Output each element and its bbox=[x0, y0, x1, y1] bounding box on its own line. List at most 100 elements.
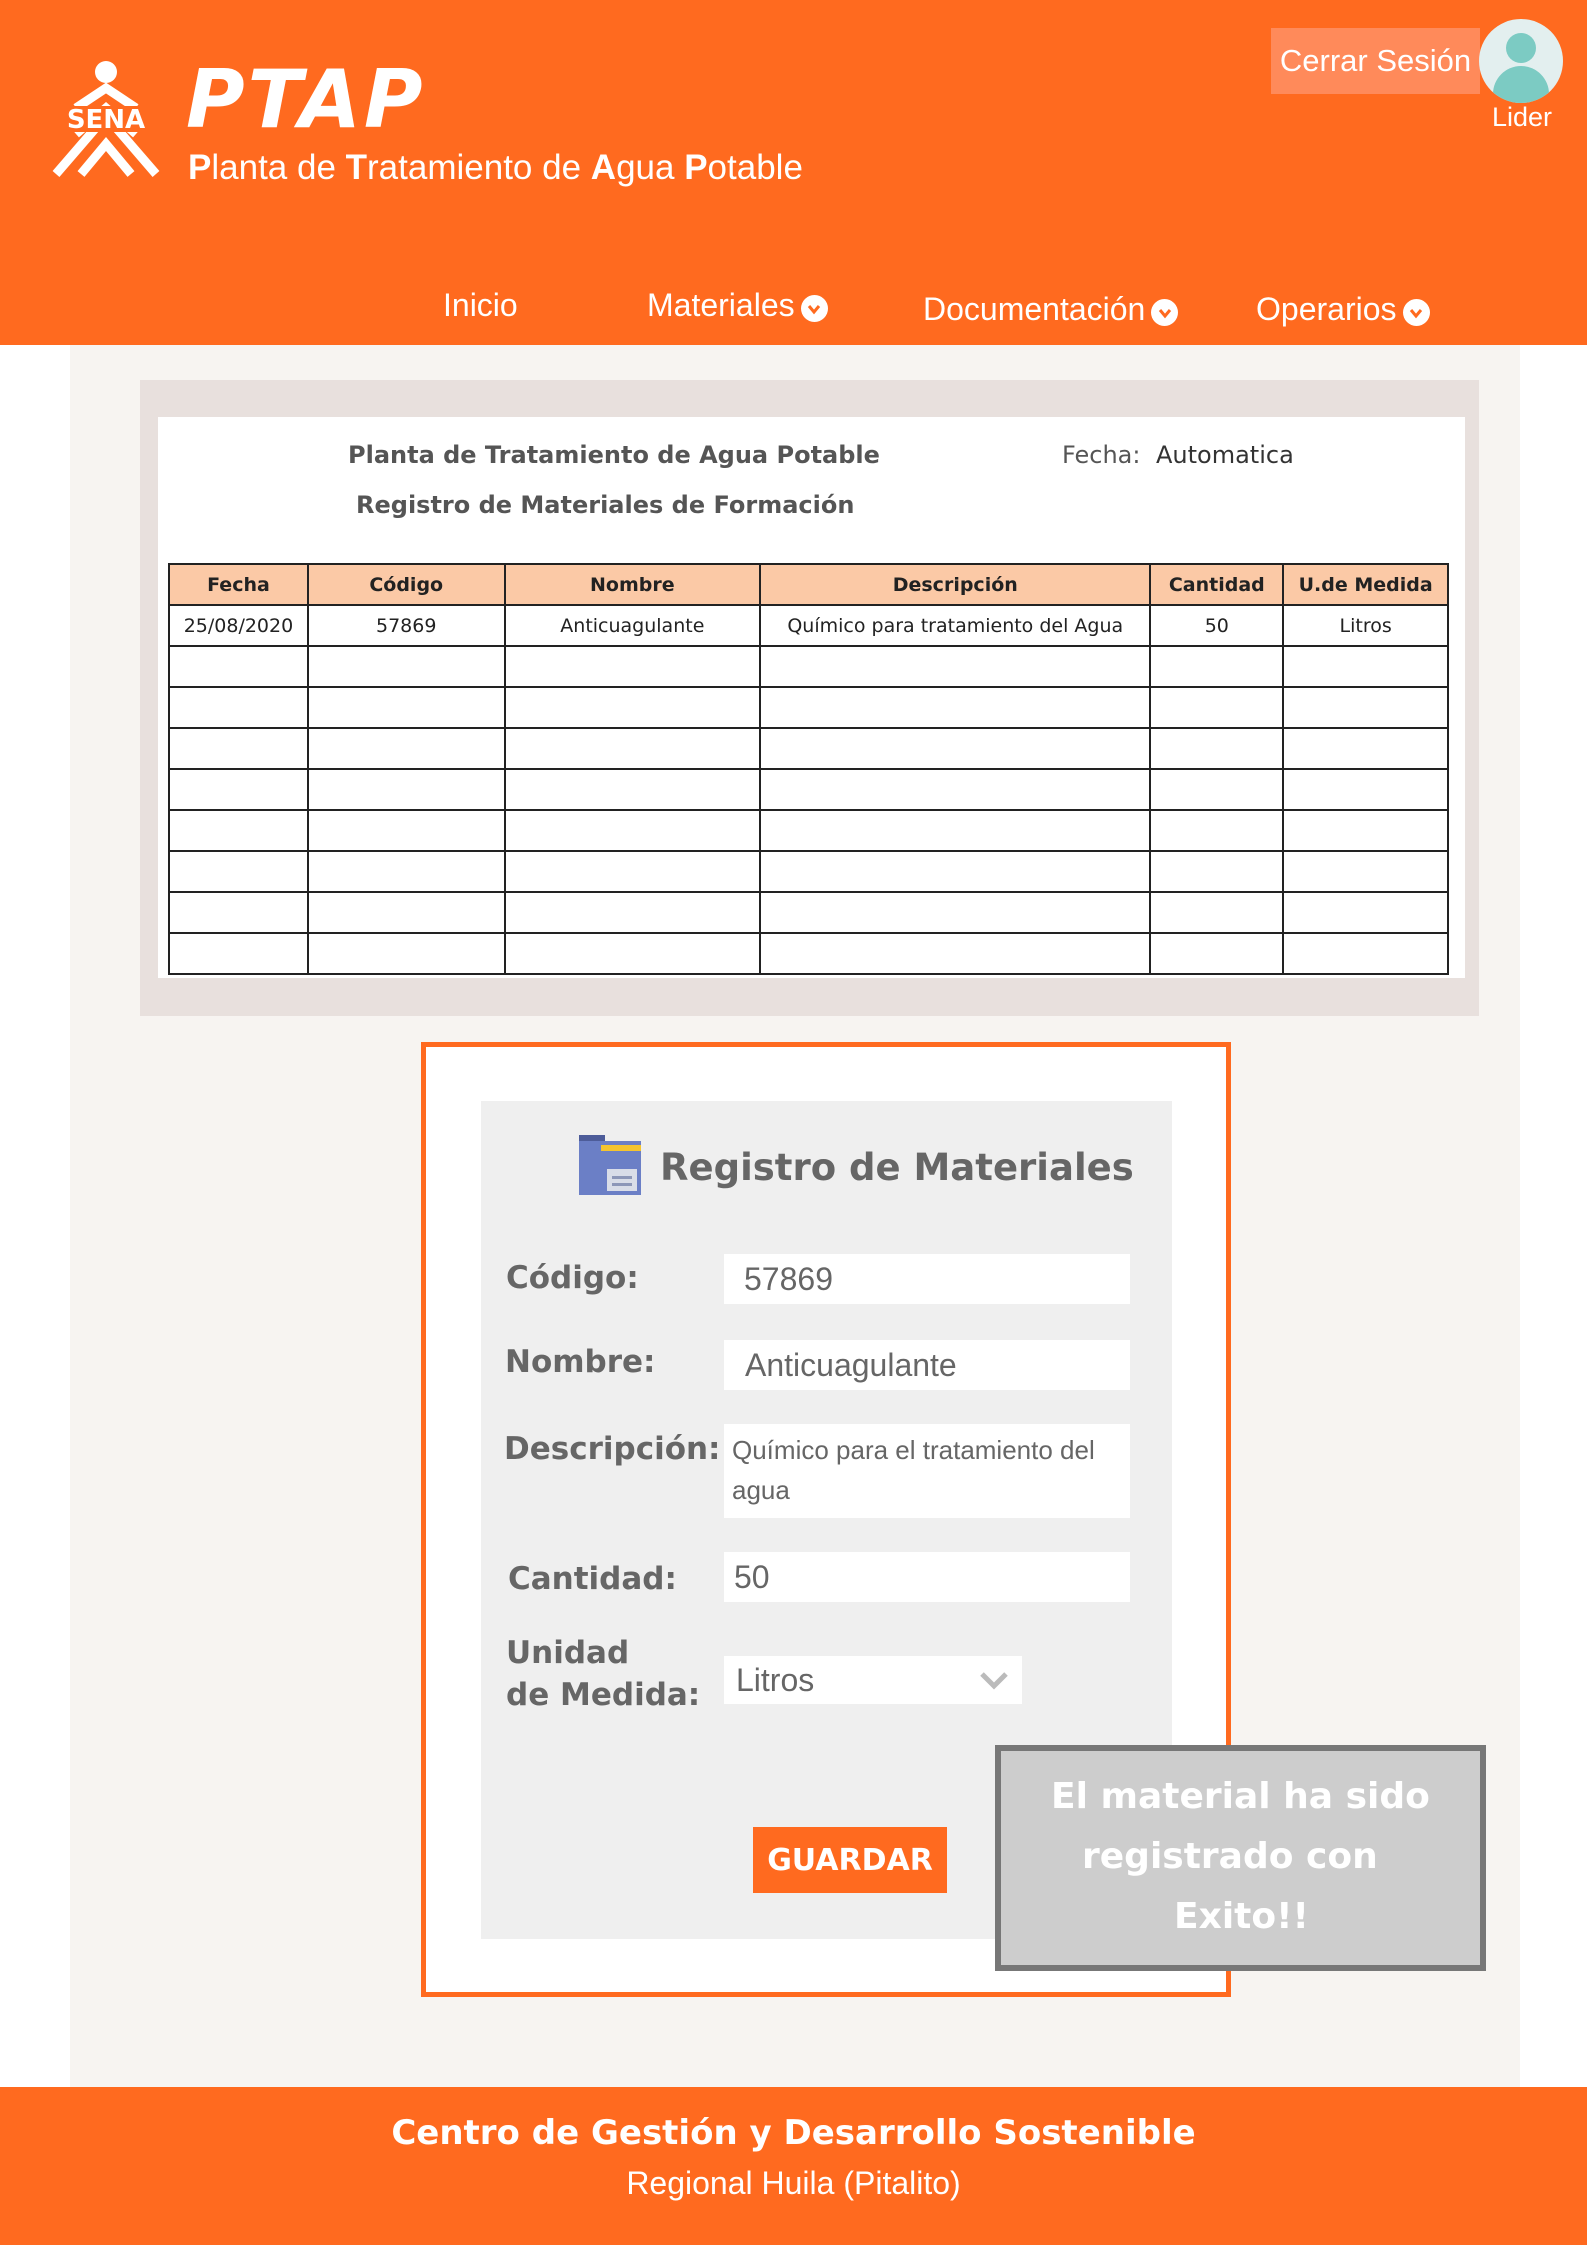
table-row bbox=[168, 850, 1449, 893]
table-cell bbox=[306, 809, 506, 852]
table-cell bbox=[1149, 686, 1285, 729]
table-cell bbox=[503, 932, 762, 975]
table-cell bbox=[168, 891, 309, 934]
footer-bar: Centro de Gestión y Desarrollo Sostenibl… bbox=[0, 2087, 1587, 2245]
column-header: U.de Medida bbox=[1282, 563, 1449, 606]
table-cell bbox=[1149, 645, 1285, 688]
logo-text: SENA bbox=[67, 105, 145, 135]
nav-item-operarios[interactable]: Operarios bbox=[1256, 291, 1430, 328]
table-row bbox=[168, 768, 1449, 811]
logout-button[interactable]: Cerrar Sesión bbox=[1271, 28, 1480, 94]
table-cell bbox=[306, 727, 506, 770]
table-cell bbox=[306, 768, 506, 811]
unidad-select[interactable]: Litros bbox=[724, 1656, 1022, 1704]
descripcion-input[interactable]: Químico para el tratamiento del agua bbox=[724, 1424, 1130, 1518]
chevron-down-icon bbox=[980, 1672, 1008, 1690]
table-cell: Anticuagulante bbox=[503, 604, 762, 647]
column-header: Nombre bbox=[503, 563, 762, 606]
table-cell: 25/08/2020 bbox=[168, 604, 309, 647]
table-cell bbox=[306, 932, 506, 975]
table-cell bbox=[503, 850, 762, 893]
chevron-down-icon bbox=[1402, 299, 1430, 326]
table-cell bbox=[168, 932, 309, 975]
codigo-input[interactable]: 57869 bbox=[724, 1254, 1130, 1304]
table-cell: 57869 bbox=[306, 604, 506, 647]
codigo-label: Código: bbox=[506, 1260, 639, 1296]
chevron-down-icon bbox=[800, 295, 828, 322]
table-cell bbox=[168, 809, 309, 852]
table-cell bbox=[1282, 891, 1449, 934]
nav-label: Documentación bbox=[923, 291, 1146, 327]
nombre-label: Nombre: bbox=[505, 1344, 656, 1380]
table-cell bbox=[306, 686, 506, 729]
table-header-row: Fecha Código Nombre Descripción Cantidad… bbox=[168, 563, 1449, 606]
brand-subtitle: Planta de Tratamiento de Agua Potable bbox=[188, 148, 803, 187]
table-cell bbox=[1149, 727, 1285, 770]
table-cell bbox=[759, 768, 1152, 811]
brand-title: PTAP bbox=[186, 53, 426, 146]
nav-label: Materiales bbox=[647, 287, 795, 323]
table-cell bbox=[1282, 850, 1449, 893]
table-cell bbox=[503, 727, 762, 770]
sheet-title: Planta de Tratamiento de Agua Potable bbox=[348, 441, 880, 469]
table-cell bbox=[759, 645, 1152, 688]
table-cell: Litros bbox=[1282, 604, 1449, 647]
table-cell bbox=[503, 768, 762, 811]
table-cell bbox=[759, 727, 1152, 770]
table-cell bbox=[168, 727, 309, 770]
nav-item-materiales[interactable]: Materiales bbox=[647, 287, 828, 324]
table-cell bbox=[168, 645, 309, 688]
user-role: Lider bbox=[1491, 102, 1553, 132]
chevron-down-icon bbox=[1151, 299, 1179, 326]
cantidad-input[interactable]: 50 bbox=[724, 1552, 1130, 1602]
nombre-input[interactable]: Anticuagulante bbox=[724, 1340, 1130, 1390]
cantidad-label: Cantidad: bbox=[508, 1561, 677, 1597]
nav-item-documentacion[interactable]: Documentación bbox=[923, 291, 1179, 328]
toast-line: Exito!! bbox=[1174, 1896, 1309, 1937]
table-cell bbox=[306, 645, 506, 688]
table-cell bbox=[759, 891, 1152, 934]
materials-table: Fecha Código Nombre Descripción Cantidad… bbox=[168, 563, 1449, 975]
table-cell bbox=[1282, 727, 1449, 770]
table-cell bbox=[1149, 932, 1285, 975]
user-avatar-icon[interactable] bbox=[1479, 19, 1563, 103]
table-cell bbox=[306, 891, 506, 934]
table-cell bbox=[759, 850, 1152, 893]
table-cell bbox=[759, 809, 1152, 852]
unidad-label: Unidad de Medida: bbox=[506, 1635, 701, 1713]
header-bar: SENA PTAP Planta de Tratamiento de Agua … bbox=[0, 0, 1587, 345]
table-cell bbox=[1282, 686, 1449, 729]
table-cell bbox=[1282, 809, 1449, 852]
column-header: Fecha bbox=[168, 563, 309, 606]
table-cell bbox=[168, 686, 309, 729]
toast-line: registrado con bbox=[1082, 1836, 1378, 1877]
table-cell: Químico para tratamiento del Agua bbox=[759, 604, 1152, 647]
form-title: Registro de Materiales bbox=[660, 1146, 1134, 1189]
success-toast: El material ha sido registrado con Exito… bbox=[995, 1745, 1486, 1971]
sheet-subtitle: Registro de Materiales de Formación bbox=[356, 491, 855, 519]
table-cell bbox=[1282, 932, 1449, 975]
nav-label: Operarios bbox=[1256, 291, 1397, 327]
table-row bbox=[168, 891, 1449, 934]
table-cell bbox=[1149, 809, 1285, 852]
table-row bbox=[168, 932, 1449, 975]
table-row bbox=[168, 809, 1449, 852]
table-cell bbox=[759, 932, 1152, 975]
nav-item-inicio[interactable]: Inicio bbox=[443, 287, 518, 324]
save-button[interactable]: GUARDAR bbox=[753, 1827, 947, 1893]
table-cell bbox=[503, 645, 762, 688]
nav-label: Inicio bbox=[443, 287, 518, 323]
sheet-date-label: Fecha: bbox=[1062, 441, 1141, 469]
folder-icon bbox=[579, 1135, 641, 1195]
table-cell bbox=[168, 768, 309, 811]
table-cell bbox=[1282, 768, 1449, 811]
descripcion-label: Descripción: bbox=[504, 1431, 721, 1467]
sheet-date-value: Automatica bbox=[1156, 441, 1294, 469]
sena-logo: SENA bbox=[46, 61, 166, 177]
spreadsheet: Planta de Tratamiento de Agua Potable Re… bbox=[158, 417, 1465, 978]
table-cell bbox=[1149, 891, 1285, 934]
table-cell bbox=[168, 850, 309, 893]
table-cell: 50 bbox=[1149, 604, 1285, 647]
table-row bbox=[168, 686, 1449, 729]
table-cell bbox=[306, 850, 506, 893]
